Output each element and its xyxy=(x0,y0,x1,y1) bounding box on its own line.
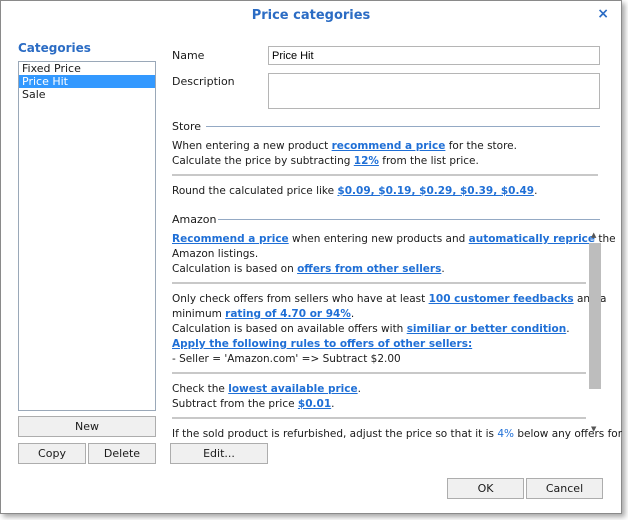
amazon-line: - Seller = 'Amazon.com' => Subtract $2.0… xyxy=(172,352,401,367)
close-icon[interactable]: × xyxy=(597,6,609,22)
rule-link[interactable]: rating of 4.70 or 94% xyxy=(225,308,351,320)
rule-link[interactable]: automatically reprice xyxy=(469,233,595,245)
rule-link[interactable]: similiar or better condition xyxy=(407,323,567,335)
rule-text: Round the calculated price like xyxy=(172,185,338,197)
delete-button[interactable]: Delete xyxy=(88,443,156,464)
rule-link[interactable]: recommend a price xyxy=(332,140,446,152)
rule-text: from the list price. xyxy=(378,155,479,167)
amazon-line: Amazon listings. xyxy=(172,247,258,262)
ok-button[interactable]: OK xyxy=(447,478,524,499)
store-line-3: Round the calculated price like $0.09, $… xyxy=(172,184,537,199)
scrollbar-thumb[interactable] xyxy=(589,243,601,389)
divider xyxy=(172,282,586,284)
rule-text: . xyxy=(350,308,355,320)
amazon-line: Check the lowest available price. xyxy=(172,382,361,397)
rule-link[interactable]: Apply the following rules to offers of o… xyxy=(172,338,472,350)
amazon-line: minimum rating of 4.70 or 94%. xyxy=(172,307,354,322)
scrollbar[interactable]: ▲ ▼ xyxy=(587,231,601,441)
amazon-line: Apply the following rules to offers of o… xyxy=(172,337,472,352)
price-categories-dialog: Price categories × Categories Fixed Pric… xyxy=(0,0,622,514)
name-label: Name xyxy=(172,49,205,62)
amazon-line: Only check offers from sellers who have … xyxy=(172,292,607,307)
scroll-down-icon[interactable]: ▼ xyxy=(591,425,596,433)
amazon-line: If the sold product is refurbished, adju… xyxy=(172,427,622,439)
edit-button[interactable]: Edit... xyxy=(170,443,268,464)
divider xyxy=(172,174,598,176)
rule-link[interactable]: offers from other sellers xyxy=(297,263,441,275)
rule-link[interactable]: $0.09, $0.19, $0.29, $0.39, $0.49 xyxy=(337,185,534,197)
rule-text: Calculation is based on xyxy=(172,263,298,275)
rule-text: for the store. xyxy=(445,140,517,152)
rule-link[interactable]: $0.01 xyxy=(298,398,331,410)
amazon-line: Subtract from the price $0.01. xyxy=(172,397,334,412)
new-button[interactable]: New xyxy=(18,416,156,437)
list-item[interactable]: Fixed Price xyxy=(19,62,155,75)
rule-text: Only check offers from sellers who have … xyxy=(172,293,429,305)
rule-link[interactable]: lowest available price xyxy=(228,383,357,395)
rule-text: Check the xyxy=(172,383,229,395)
rule-text: - Seller = 'Amazon.com' => Subtract $2.0… xyxy=(172,353,401,365)
amazon-line: Recommend a price when entering new prod… xyxy=(172,232,616,247)
amazon-heading: Amazon xyxy=(172,213,217,226)
divider xyxy=(206,126,600,127)
rule-text: when entering new products and xyxy=(288,233,469,245)
rule-link[interactable]: Recommend a price xyxy=(172,233,289,245)
list-item[interactable]: Sale xyxy=(19,88,155,101)
rule-text: minimum xyxy=(172,308,226,320)
amazon-line: Calculation is based on offers from othe… xyxy=(172,262,445,277)
rule-text: . xyxy=(441,263,445,275)
rule-text: If the sold product is refurbished, adju… xyxy=(172,428,498,439)
store-line-1: When entering a new product recommend a … xyxy=(172,139,517,154)
copy-button[interactable]: Copy xyxy=(18,443,86,464)
list-item-selected[interactable]: Price Hit xyxy=(19,75,155,88)
rule-text: Subtract from the price xyxy=(172,398,298,410)
rule-text: Calculation is based on available offers… xyxy=(172,323,407,335)
description-input[interactable] xyxy=(268,73,600,109)
rule-text: . xyxy=(357,383,361,395)
amazon-line: Calculation is based on available offers… xyxy=(172,322,570,337)
rule-text: Amazon listings. xyxy=(172,248,259,260)
divider xyxy=(218,219,600,220)
name-input[interactable] xyxy=(268,46,600,65)
rule-link[interactable]: 100 customer feedbacks xyxy=(429,293,574,305)
divider xyxy=(172,372,586,374)
store-heading: Store xyxy=(172,120,202,133)
description-label: Description xyxy=(172,75,235,88)
rule-text: 4% xyxy=(497,428,514,439)
rule-text: . xyxy=(534,185,538,197)
divider xyxy=(172,417,586,419)
rule-text: . xyxy=(331,398,335,410)
dialog-title: Price categories xyxy=(251,8,371,23)
scroll-up-icon[interactable]: ▲ xyxy=(591,231,596,239)
categories-list[interactable]: Fixed Price Price Hit Sale xyxy=(18,61,156,411)
rule-text: Calculate the price by subtracting xyxy=(172,155,354,167)
rule-text: below any offers for xyxy=(513,428,623,439)
categories-heading: Categories xyxy=(18,41,91,55)
cancel-button[interactable]: Cancel xyxy=(526,478,603,499)
rule-text: . xyxy=(566,323,570,335)
rule-link[interactable]: 12% xyxy=(354,155,379,167)
rule-text: When entering a new product xyxy=(172,140,332,152)
store-line-2: Calculate the price by subtracting 12% f… xyxy=(172,154,479,169)
